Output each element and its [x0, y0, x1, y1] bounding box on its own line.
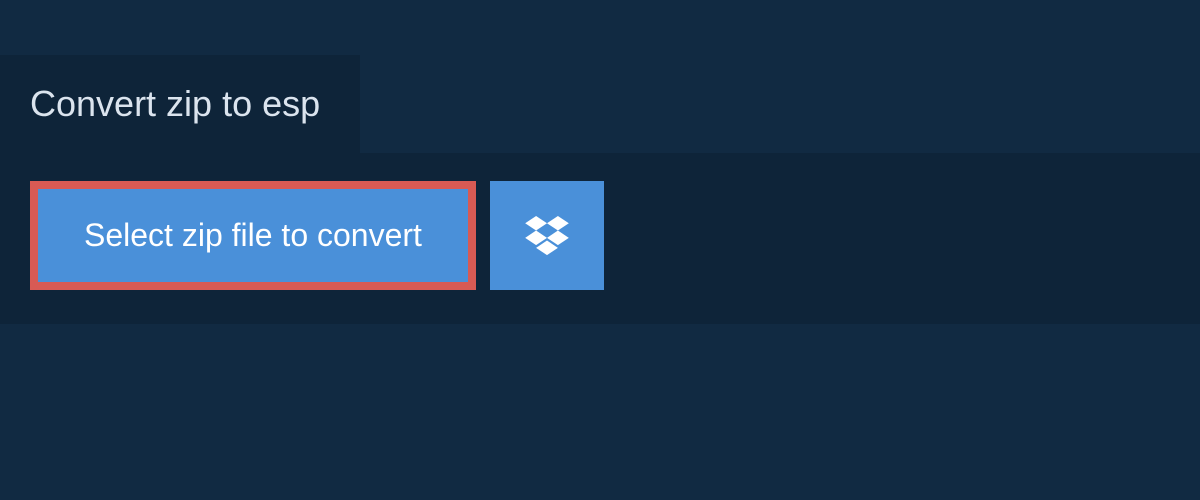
upload-panel: Select zip file to convert [0, 153, 1200, 324]
dropbox-icon [525, 216, 569, 256]
select-file-label: Select zip file to convert [84, 217, 422, 254]
tab-header: Convert zip to esp [0, 55, 360, 153]
button-row: Select zip file to convert [30, 181, 1170, 290]
select-file-button[interactable]: Select zip file to convert [30, 181, 476, 290]
tab-title: Convert zip to esp [30, 83, 320, 124]
dropbox-button[interactable] [490, 181, 604, 290]
